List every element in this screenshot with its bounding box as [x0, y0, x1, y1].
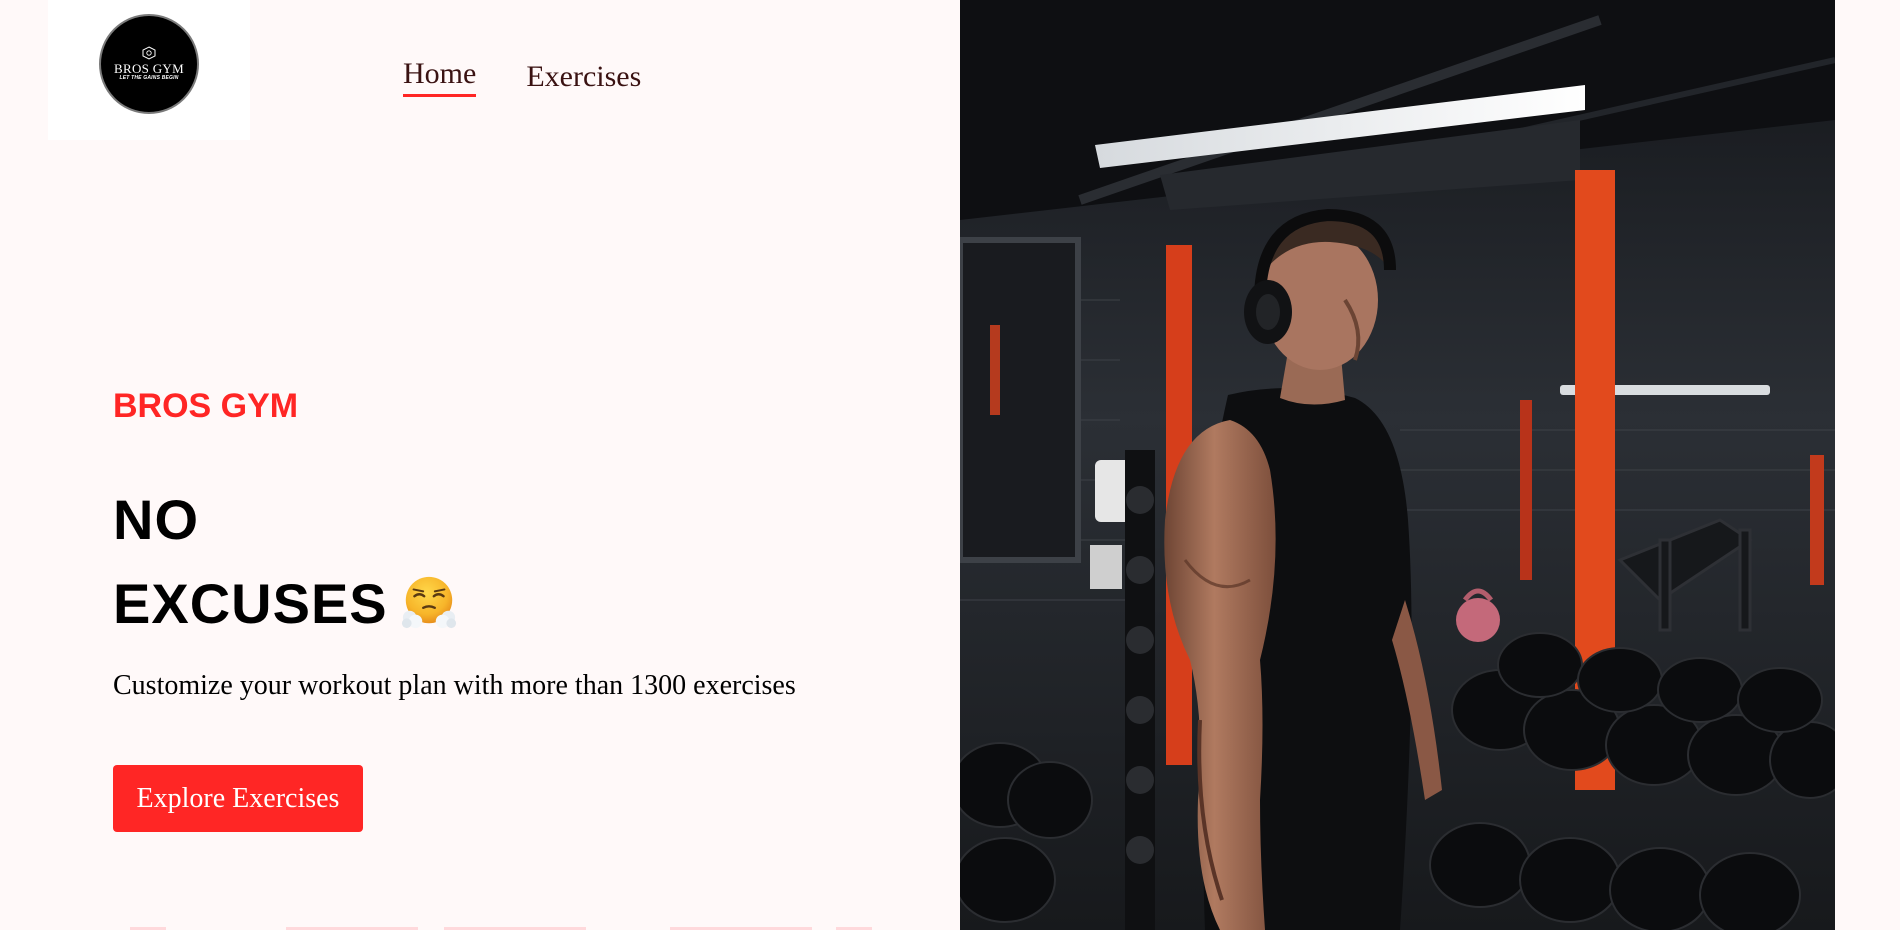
- explore-exercises-button[interactable]: Explore Exercises: [113, 765, 363, 832]
- nav-home-link[interactable]: Home: [403, 56, 477, 97]
- hero-brand: BROS GYM: [113, 387, 299, 425]
- landing-page: BROS GYM LET THE GAINS BEGIN Home Exerci…: [0, 0, 1900, 930]
- logo[interactable]: BROS GYM LET THE GAINS BEGIN: [48, 0, 250, 140]
- gym-emblem-icon: [142, 46, 156, 60]
- logo-tagline: LET THE GAINS BEGIN: [119, 75, 179, 81]
- headline-line-2-text: EXCUSES: [113, 572, 388, 635]
- headline-line-2: EXCUSES: [113, 562, 458, 646]
- main-nav: Home Exercises: [403, 56, 641, 97]
- headline-line-1: NO: [113, 488, 199, 551]
- nav-exercises-link[interactable]: Exercises: [526, 59, 641, 97]
- hero-subtitle: Customize your workout plan with more th…: [113, 670, 796, 701]
- logo-name: BROS GYM: [114, 61, 184, 76]
- face-with-steam-from-nose-icon: [401, 577, 456, 629]
- hero-banner-image: [960, 0, 1835, 930]
- logo-badge: BROS GYM LET THE GAINS BEGIN: [99, 14, 199, 114]
- gym-photo-illustration: [960, 0, 1835, 930]
- hero-headline: NO EXCUSES: [113, 478, 458, 646]
